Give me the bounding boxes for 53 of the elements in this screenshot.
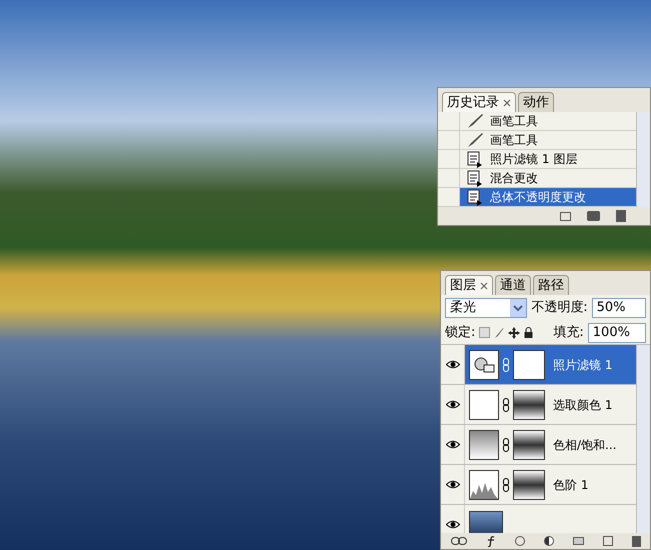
panel-tab[interactable]: 历史记录 — [442, 92, 516, 112]
eye-icon[interactable] — [446, 400, 460, 409]
effects-icon[interactable] — [486, 536, 496, 546]
scrollbar[interactable] — [636, 112, 650, 207]
close-icon[interactable] — [480, 282, 488, 290]
panel-tab[interactable]: 图层 — [445, 275, 493, 295]
layer-row[interactable]: 选取颜色 1 — [465, 385, 636, 424]
eye-icon[interactable] — [446, 520, 460, 529]
close-icon[interactable] — [503, 98, 511, 106]
layer-mask-thumbnail — [513, 390, 545, 420]
new-document-icon[interactable] — [560, 212, 571, 220]
layer-row[interactable]: 色阶 1 — [465, 465, 636, 504]
layer-mask-thumbnail — [513, 350, 545, 380]
fill-label: 填充: — [553, 324, 584, 342]
chain-icon — [503, 358, 509, 372]
opacity-field[interactable]: 50% — [592, 298, 646, 318]
brush-icon — [466, 132, 484, 148]
adjustment-thumbnail — [469, 350, 499, 380]
document-icon — [467, 150, 483, 168]
eye-icon[interactable] — [446, 360, 460, 369]
adjustment-thumbnail — [469, 390, 499, 420]
history-item[interactable]: 照片滤镜 1 图层 — [438, 150, 636, 169]
chain-icon — [503, 398, 509, 412]
history-item[interactable]: 总体不透明度更改 — [438, 188, 636, 207]
adjustment-icon[interactable] — [544, 536, 554, 546]
new-layer-icon[interactable] — [602, 536, 612, 546]
layer-mask-thumbnail — [513, 430, 545, 460]
eye-icon[interactable] — [446, 440, 460, 449]
chain-icon — [503, 478, 509, 492]
layer-row[interactable]: 色相/饱和... — [465, 425, 636, 464]
opacity-label: 不透明度: — [531, 299, 588, 318]
history-item[interactable]: 画笔工具 — [438, 131, 636, 150]
link-icon[interactable] — [450, 537, 466, 545]
brush-icon[interactable] — [494, 326, 504, 338]
panel-tab[interactable]: 路径 — [533, 275, 569, 295]
fill-field[interactable]: 100% — [588, 322, 646, 342]
scrollbar[interactable] — [636, 345, 650, 533]
document-icon — [467, 170, 483, 186]
eye-icon[interactable] — [446, 480, 460, 489]
lock-icon[interactable] — [524, 327, 534, 338]
mask-icon[interactable] — [514, 536, 524, 546]
move-icon[interactable] — [508, 326, 520, 338]
adjustment-thumbnail — [469, 430, 499, 460]
layer-row[interactable]: 照片滤镜 1 — [465, 345, 636, 384]
panel-tab[interactable]: 动作 — [518, 92, 554, 112]
histogram-thumbnail — [469, 470, 499, 500]
chain-icon — [503, 438, 509, 452]
lock-label: 锁定: — [445, 324, 476, 342]
document-icon — [467, 188, 483, 206]
history-item[interactable]: 画笔工具 — [438, 112, 636, 131]
panel-tab[interactable]: 通道 — [495, 275, 531, 295]
layer-mask-thumbnail — [513, 470, 545, 500]
blend-mode-dropdown[interactable]: 柔光 — [445, 298, 528, 318]
